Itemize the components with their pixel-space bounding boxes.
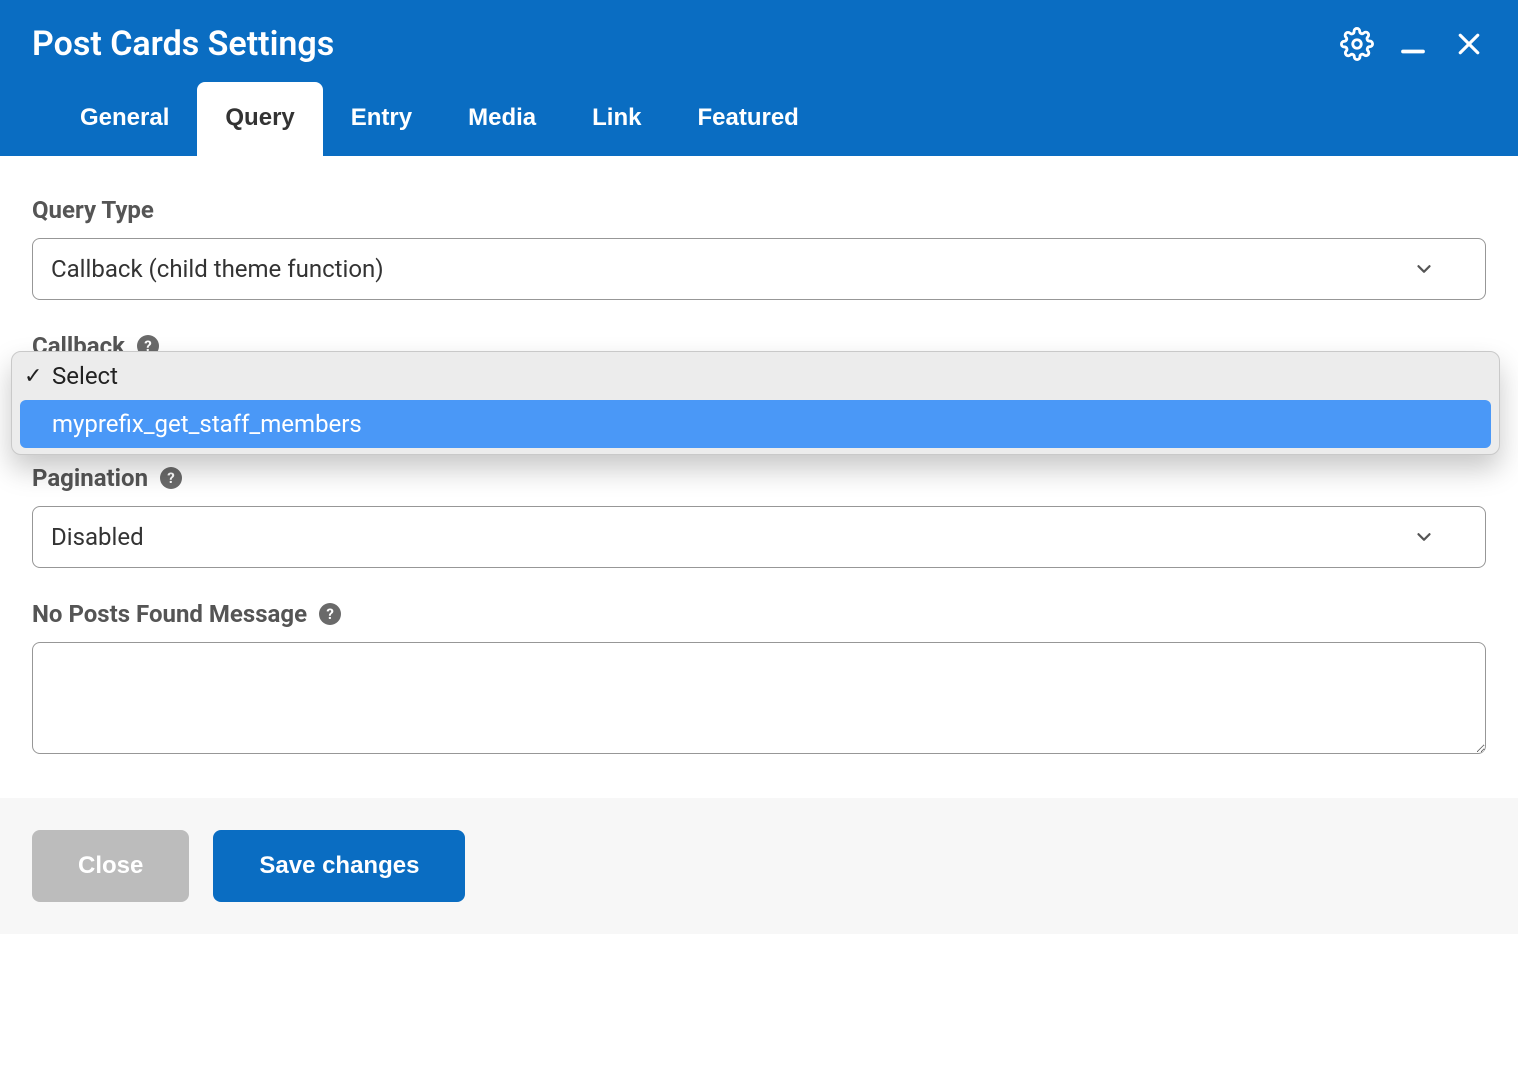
settings-modal: Post Cards Settings General Query Entry … bbox=[0, 0, 1518, 934]
label-query-type: Query Type bbox=[32, 196, 1486, 224]
modal-title: Post Cards Settings bbox=[32, 24, 334, 64]
dropdown-option-myprefix[interactable]: myprefix_get_staff_members bbox=[20, 400, 1491, 448]
chevron-down-icon bbox=[1413, 258, 1435, 280]
label-pagination: Pagination ? bbox=[32, 464, 1486, 492]
tab-media[interactable]: Media bbox=[440, 82, 564, 156]
settings-button[interactable] bbox=[1340, 27, 1374, 61]
callback-dropdown-panel[interactable]: Select myprefix_get_staff_members bbox=[11, 351, 1500, 455]
label-no-posts: No Posts Found Message ? bbox=[32, 600, 1486, 628]
tab-entry[interactable]: Entry bbox=[323, 82, 440, 156]
tab-query[interactable]: Query bbox=[197, 82, 322, 156]
close-modal-button[interactable]: Close bbox=[32, 830, 189, 902]
label-query-type-text: Query Type bbox=[32, 196, 154, 224]
close-button[interactable] bbox=[1452, 27, 1486, 61]
select-pagination-value: Disabled bbox=[51, 523, 144, 551]
tabs: General Query Entry Media Link Featured bbox=[32, 82, 1486, 156]
tab-general[interactable]: General bbox=[52, 82, 197, 156]
dropdown-option-myprefix-label: myprefix_get_staff_members bbox=[52, 410, 362, 438]
gear-icon bbox=[1340, 27, 1374, 61]
field-query-type: Query Type Callback (child theme functio… bbox=[32, 196, 1486, 300]
label-pagination-text: Pagination bbox=[32, 464, 148, 492]
help-icon[interactable]: ? bbox=[160, 467, 182, 489]
header-actions bbox=[1340, 27, 1486, 61]
title-row: Post Cards Settings bbox=[32, 24, 1486, 82]
modal-header: Post Cards Settings General Query Entry … bbox=[0, 0, 1518, 156]
select-query-type[interactable]: Callback (child theme function) bbox=[32, 238, 1486, 300]
select-pagination[interactable]: Disabled bbox=[32, 506, 1486, 568]
select-query-type-value: Callback (child theme function) bbox=[51, 255, 384, 283]
tab-link[interactable]: Link bbox=[564, 82, 669, 156]
dropdown-option-select[interactable]: Select bbox=[12, 352, 1499, 400]
close-icon bbox=[1454, 29, 1484, 59]
help-icon[interactable]: ? bbox=[319, 603, 341, 625]
field-no-posts: No Posts Found Message ? bbox=[32, 600, 1486, 758]
label-no-posts-text: No Posts Found Message bbox=[32, 600, 307, 628]
modal-body: Query Type Callback (child theme functio… bbox=[0, 156, 1518, 798]
minimize-button[interactable] bbox=[1396, 27, 1430, 61]
save-changes-button[interactable]: Save changes bbox=[213, 830, 465, 902]
dropdown-option-select-label: Select bbox=[52, 362, 118, 390]
minimize-icon bbox=[1398, 29, 1428, 59]
chevron-down-icon bbox=[1413, 526, 1435, 548]
field-pagination: Pagination ? Disabled bbox=[32, 464, 1486, 568]
tab-featured[interactable]: Featured bbox=[669, 82, 826, 156]
modal-footer: Close Save changes bbox=[0, 798, 1518, 934]
textarea-no-posts[interactable] bbox=[32, 642, 1486, 754]
